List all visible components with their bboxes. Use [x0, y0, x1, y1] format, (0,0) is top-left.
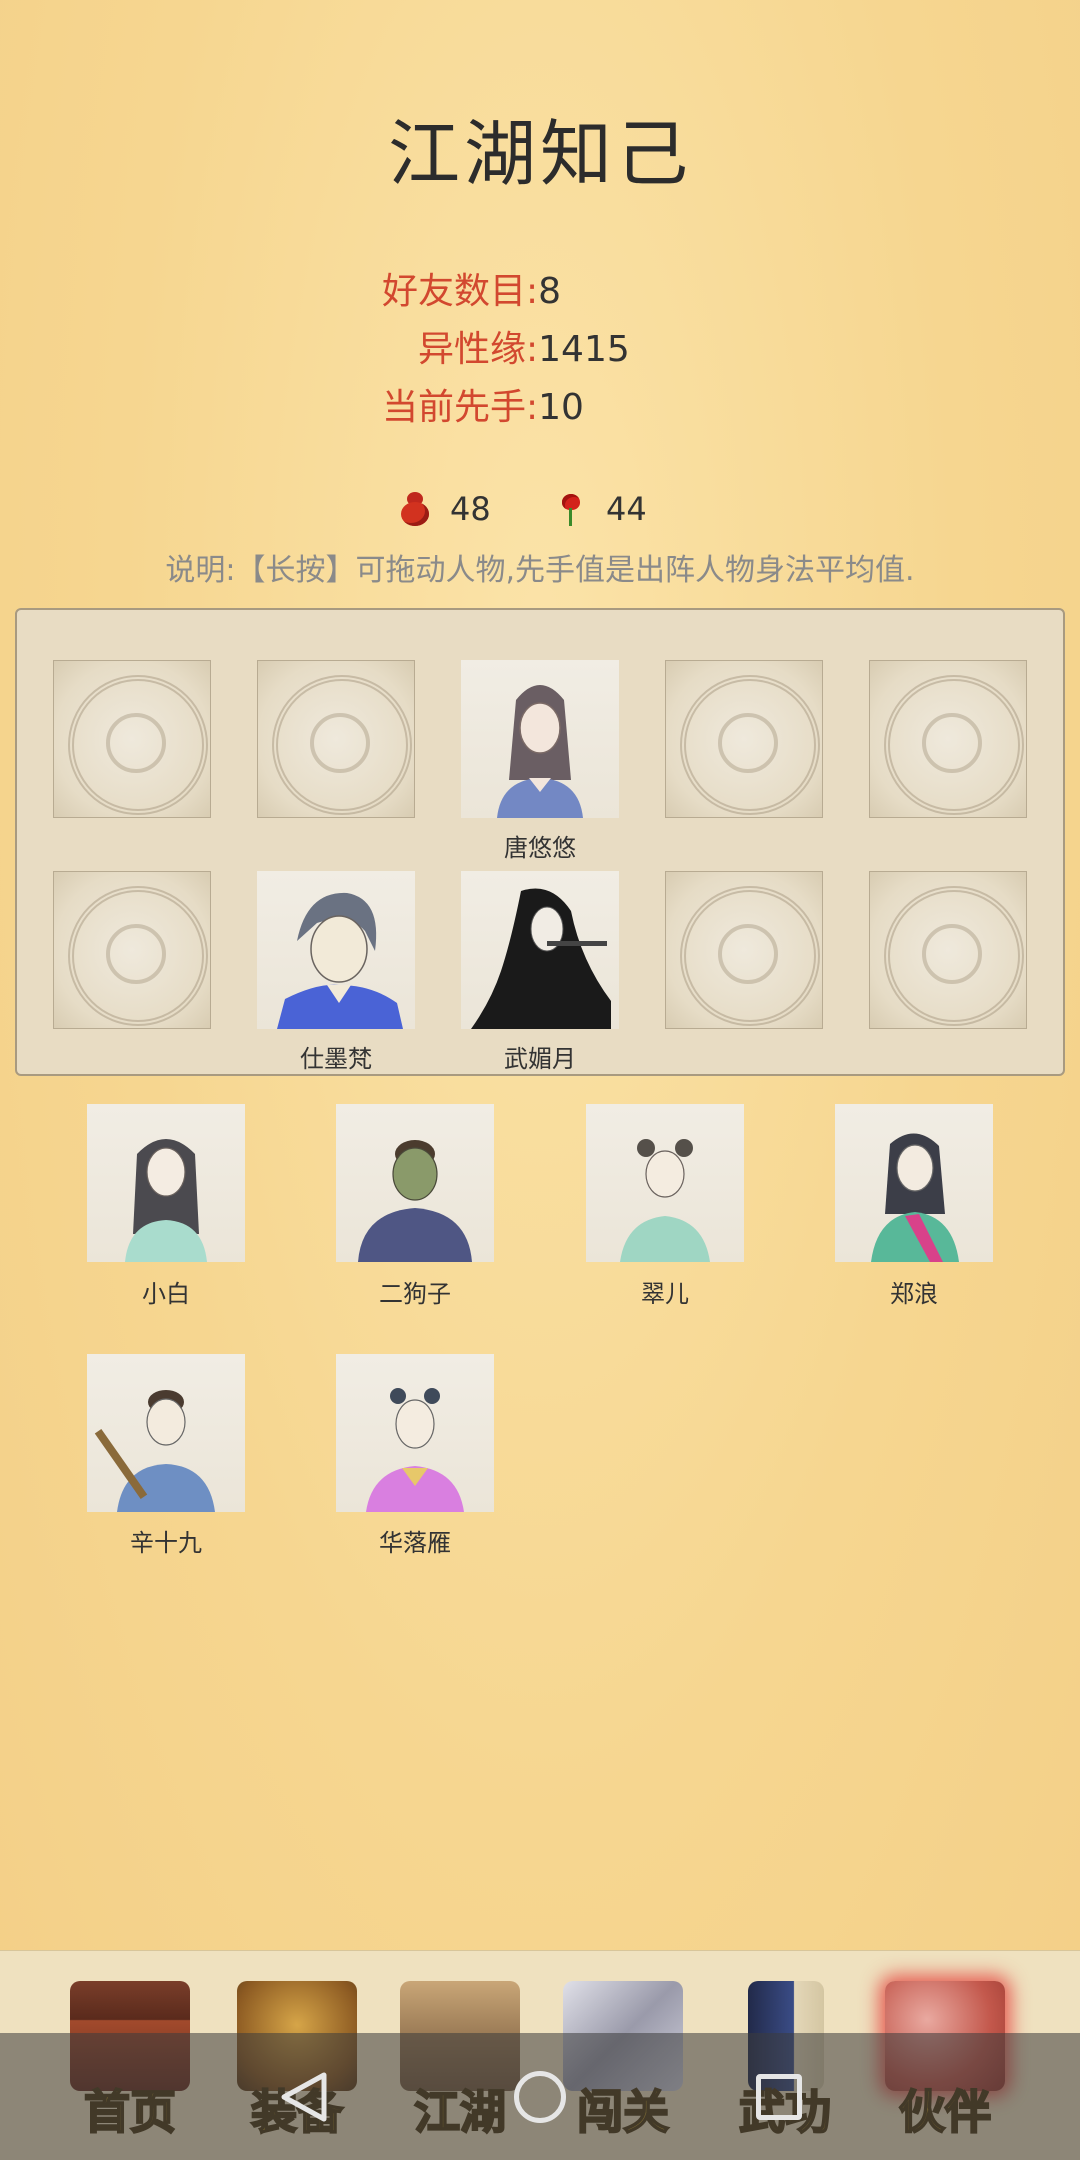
formation-name: 唐悠悠	[504, 834, 576, 862]
gourd-counter: 48	[400, 490, 491, 528]
formation-slot-empty[interactable]	[869, 871, 1027, 1029]
rose-count: 44	[606, 490, 647, 528]
character-art	[497, 685, 583, 818]
formation-slot-empty[interactable]	[53, 871, 211, 1029]
character-art	[366, 1388, 464, 1512]
companion-name: 郑浪	[890, 1280, 938, 1308]
portrait-tang-youyou[interactable]	[461, 660, 619, 818]
companion-card-ergouzi[interactable]	[336, 1104, 494, 1262]
companion-card-xin-shijiu[interactable]	[87, 1354, 245, 1512]
home-icon[interactable]	[514, 2071, 566, 2123]
character-art	[277, 892, 403, 1029]
companion-card-hua-luoyan[interactable]	[336, 1354, 494, 1512]
page-title: 江湖知己	[387, 112, 692, 196]
formation-panel: 唐悠悠 仕墨梵 武媚月	[15, 608, 1065, 1076]
stat-label: 好友数目:	[382, 271, 539, 312]
character-art	[358, 1140, 472, 1262]
system-nav-bar	[0, 2033, 1080, 2160]
stat-romance: 异性缘:1415	[418, 320, 630, 372]
stat-label: 当前先手:	[382, 387, 539, 428]
formation-slot-empty[interactable]	[665, 871, 823, 1029]
rose-counter: 44	[556, 490, 647, 528]
stat-label: 异性缘:	[418, 329, 539, 370]
gourd-icon	[400, 492, 430, 526]
companion-name: 小白	[142, 1280, 190, 1308]
character-art	[94, 1390, 215, 1512]
gourd-count: 48	[450, 490, 491, 528]
companion-card-cuier[interactable]	[586, 1104, 744, 1262]
portrait-wu-meiyue[interactable]	[461, 871, 619, 1029]
formation-name: 武媚月	[504, 1045, 576, 1073]
instructions-text: 说明:【长按】可拖动人物,先手值是出阵人物身法平均值.	[165, 553, 915, 588]
stat-value: 8	[538, 271, 562, 312]
companion-card-xiaobai[interactable]	[87, 1104, 245, 1262]
stat-value: 10	[538, 387, 584, 428]
formation-slot-empty[interactable]	[869, 660, 1027, 818]
companion-name: 二狗子	[379, 1280, 451, 1308]
stat-initiative: 当前先手:10	[382, 378, 584, 430]
companion-card-zhenglang[interactable]	[835, 1104, 993, 1262]
recent-apps-icon[interactable]	[756, 2074, 802, 2120]
character-art	[125, 1139, 207, 1262]
stat-value: 1415	[538, 329, 630, 370]
back-icon[interactable]	[278, 2071, 330, 2123]
companion-name: 辛十九	[130, 1529, 202, 1557]
character-art	[871, 1133, 959, 1262]
portrait-shi-mofan[interactable]	[257, 871, 415, 1029]
formation-slot-empty[interactable]	[53, 660, 211, 818]
companion-name: 华落雁	[379, 1529, 451, 1557]
companion-name: 翠儿	[641, 1280, 689, 1308]
formation-slot-empty[interactable]	[665, 660, 823, 818]
formation-slot-empty[interactable]	[257, 660, 415, 818]
character-art	[620, 1139, 710, 1262]
rose-icon	[556, 492, 586, 526]
character-art	[471, 888, 611, 1029]
stat-friends: 好友数目:8	[382, 262, 561, 314]
formation-name: 仕墨梵	[300, 1045, 372, 1073]
